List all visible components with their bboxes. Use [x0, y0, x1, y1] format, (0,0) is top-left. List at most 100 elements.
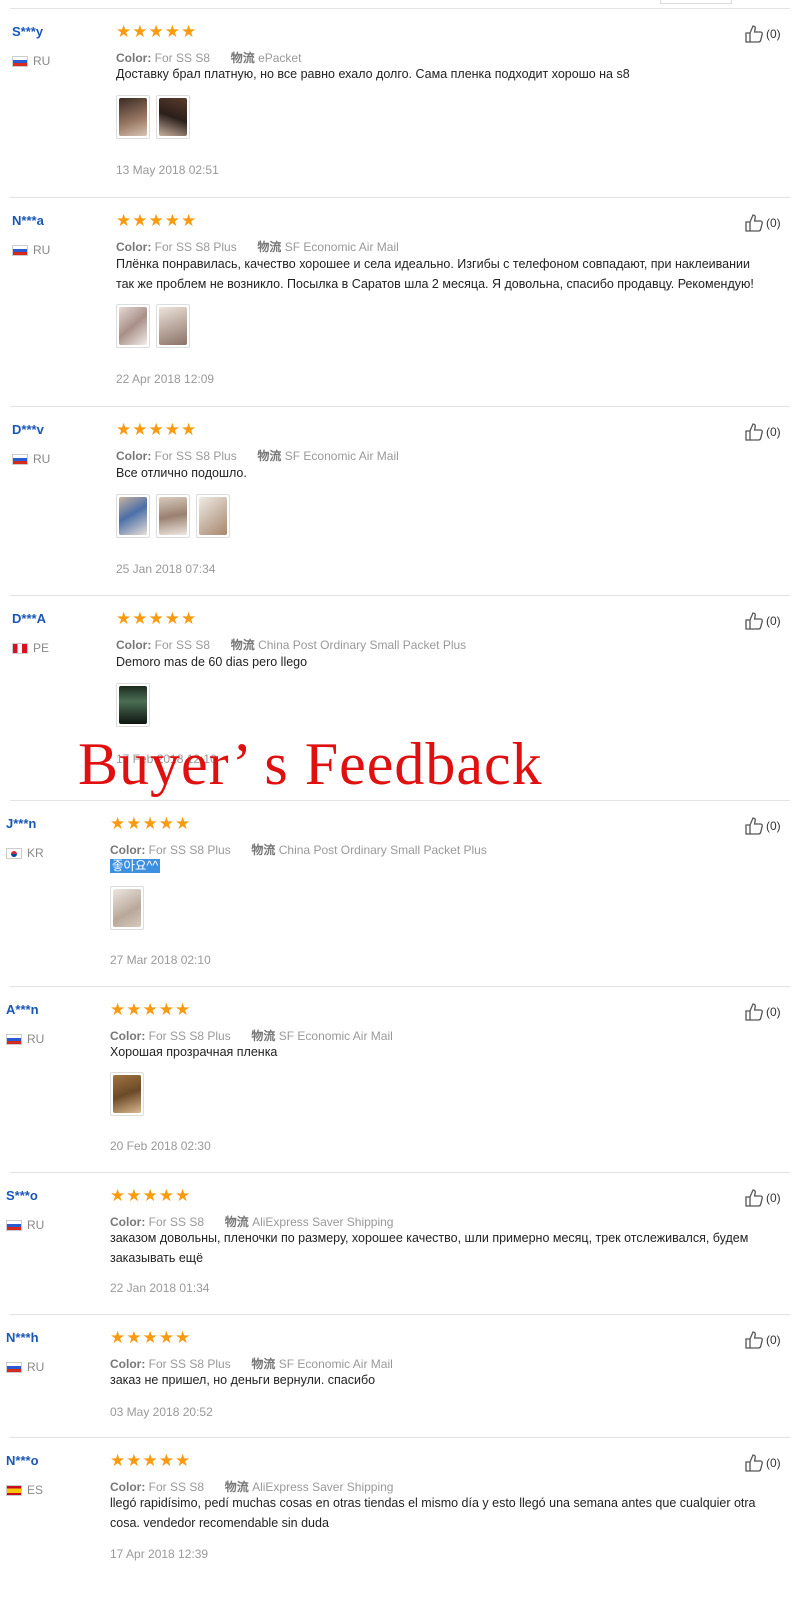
star-icon: ★	[158, 1451, 174, 1471]
country-flag-icon	[6, 1361, 22, 1373]
review-photo-thumbnail[interactable]	[110, 886, 144, 930]
reviewer-name[interactable]: D***v	[12, 422, 44, 437]
helpful-button[interactable]: (0)	[744, 1002, 781, 1022]
color-value: For SS S8	[148, 1215, 205, 1229]
star-icon: ★	[132, 22, 148, 42]
helpful-button[interactable]: (0)	[744, 213, 781, 233]
review-date: 13 May 2018 02:51	[116, 163, 219, 177]
reviewer-country: RU	[6, 1218, 44, 1232]
color-label: Color:	[116, 638, 152, 652]
star-icon: ★	[181, 609, 197, 629]
country-code: RU	[33, 452, 51, 466]
review-photos	[110, 886, 144, 930]
review-photo-thumbnail[interactable]	[116, 95, 150, 139]
helpful-button[interactable]: (0)	[744, 1188, 781, 1208]
reviewer-name[interactable]: S***o	[6, 1188, 38, 1203]
star-icon: ★	[148, 22, 164, 42]
review-text: заказ не пришел, но деньги вернули. спас…	[110, 1373, 376, 1387]
review-photo-thumbnail[interactable]	[116, 494, 150, 538]
review-photo-thumbnail[interactable]	[116, 304, 150, 348]
review-text: Все отлично подошло.	[116, 466, 247, 480]
reviewer-country: PE	[12, 641, 49, 655]
shipping-label: 物流	[230, 638, 255, 652]
country-flag-icon	[6, 1484, 22, 1496]
shipping-label: 物流	[224, 1480, 249, 1494]
country-code: PE	[33, 641, 50, 655]
color-value: For SS S8	[154, 638, 211, 652]
star-icon: ★	[175, 1451, 191, 1471]
shipping-value: China Post Ordinary Small Packet Plus	[278, 843, 487, 857]
helpful-count: (0)	[766, 614, 781, 628]
reviewer-name[interactable]: S***y	[12, 24, 43, 39]
reviewer-name[interactable]: A***n	[6, 1002, 39, 1017]
review-text: Плёнка понравилась, качество хорошее и с…	[116, 257, 754, 291]
star-icon: ★	[142, 1186, 158, 1206]
review-photos	[116, 683, 150, 727]
helpful-count: (0)	[766, 819, 781, 833]
thumbs-up-icon	[744, 213, 764, 233]
country-code: RU	[33, 54, 51, 68]
review-divider	[10, 1314, 790, 1315]
helpful-button[interactable]: (0)	[744, 24, 781, 44]
star-icon: ★	[164, 22, 180, 42]
shipping-label: 物流	[251, 1357, 276, 1371]
reviewer-name[interactable]: D***A	[12, 611, 46, 626]
star-icon: ★	[158, 1328, 174, 1348]
country-flag-icon	[12, 244, 28, 256]
review-photo-thumbnail[interactable]	[156, 95, 190, 139]
helpful-count: (0)	[766, 1191, 781, 1205]
sort-dropdown-edge[interactable]	[660, 0, 732, 4]
thumbs-up-icon	[744, 1002, 764, 1022]
helpful-button[interactable]: (0)	[744, 611, 781, 631]
helpful-button[interactable]: (0)	[744, 1330, 781, 1350]
color-label: Color:	[110, 1357, 146, 1371]
helpful-count: (0)	[766, 216, 781, 230]
shipping-value: SF Economic Air Mail	[284, 240, 399, 254]
review-date: 17 Apr 2018 12:39	[110, 1547, 209, 1561]
helpful-button[interactable]: (0)	[744, 1453, 781, 1473]
shipping-value: AliExpress Saver Shipping	[252, 1480, 394, 1494]
review-photo-thumbnail[interactable]	[116, 683, 150, 727]
buyers-feedback-banner: Buyer’ s Feedback	[78, 731, 543, 797]
reviewer-name[interactable]: N***h	[6, 1330, 39, 1345]
reviewer-name[interactable]: J***n	[6, 816, 36, 831]
star-icon: ★	[110, 1451, 126, 1471]
shipping-value: AliExpress Saver Shipping	[252, 1215, 394, 1229]
review-photo-thumbnail[interactable]	[196, 494, 230, 538]
shipping-value: SF Economic Air Mail	[278, 1029, 393, 1043]
star-icon: ★	[181, 211, 197, 231]
review-date: 27 Mar 2018 02:10	[110, 953, 211, 967]
country-flag-icon	[12, 642, 28, 654]
star-icon: ★	[175, 1000, 191, 1020]
review-photos	[116, 304, 190, 348]
thumbs-up-icon	[744, 816, 764, 836]
star-icon: ★	[175, 1186, 191, 1206]
reviewer-name[interactable]: N***o	[6, 1453, 39, 1468]
reviewer-country: RU	[12, 452, 50, 466]
review-date: 25 Jan 2018 07:34	[116, 562, 216, 576]
color-value: For SS S8 Plus	[148, 1357, 231, 1371]
reviewer-name[interactable]: N***a	[12, 213, 44, 228]
helpful-count: (0)	[766, 27, 781, 41]
helpful-count: (0)	[766, 1333, 781, 1347]
shipping-value: China Post Ordinary Small Packet Plus	[258, 638, 467, 652]
shipping-value: ePacket	[258, 51, 302, 65]
review-text: Доставку брал платную, но все равно ехал…	[116, 67, 630, 81]
star-icon: ★	[164, 420, 180, 440]
star-icon: ★	[142, 1328, 158, 1348]
helpful-button[interactable]: (0)	[744, 422, 781, 442]
country-flag-icon	[12, 453, 28, 465]
star-icon: ★	[148, 609, 164, 629]
country-flag-icon	[12, 55, 28, 67]
review-photo-thumbnail[interactable]	[156, 304, 190, 348]
helpful-button[interactable]: (0)	[744, 816, 781, 836]
review-photos	[116, 95, 190, 139]
review-date: 22 Jan 2018 01:34	[110, 1281, 210, 1295]
star-icon: ★	[142, 1451, 158, 1471]
star-icon: ★	[132, 609, 148, 629]
review-photo-thumbnail[interactable]	[156, 494, 190, 538]
color-label: Color:	[116, 51, 152, 65]
review-text: llegó rapidísimo, pedí muchas cosas en o…	[110, 1496, 756, 1530]
review-photo-thumbnail[interactable]	[110, 1072, 144, 1116]
star-icon: ★	[158, 1000, 174, 1020]
